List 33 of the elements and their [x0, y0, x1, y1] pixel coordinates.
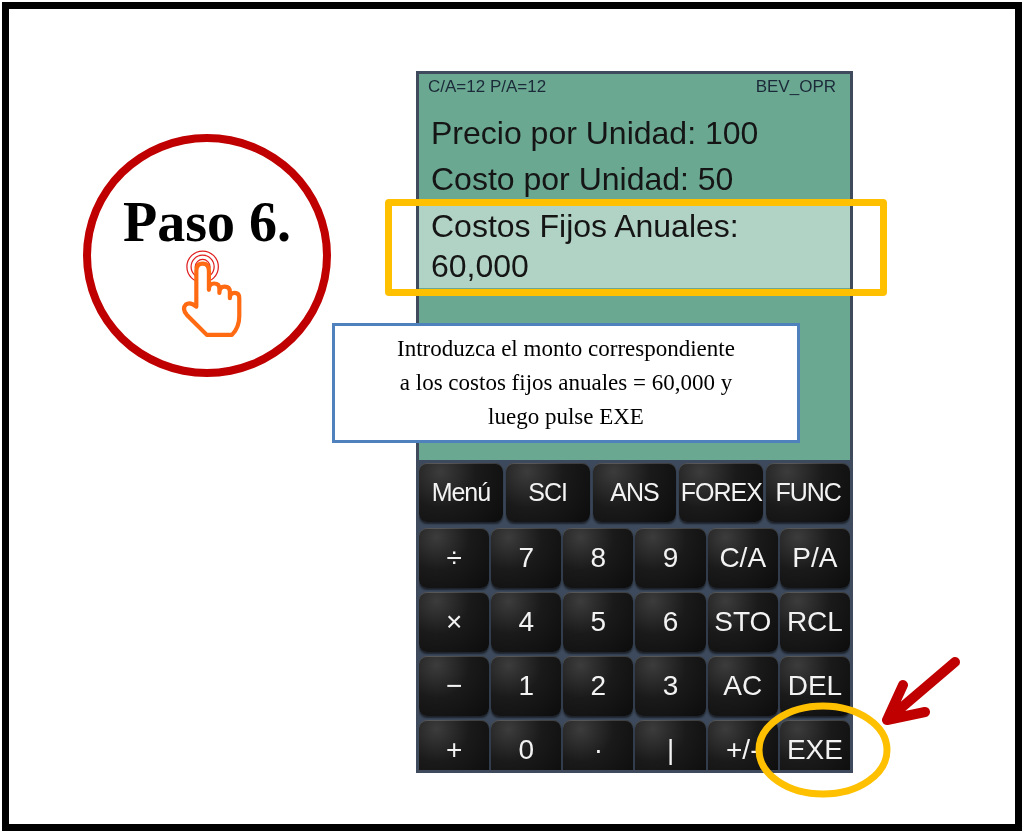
- calculator-key[interactable]: Menú: [419, 463, 503, 522]
- calculator-key[interactable]: ×: [419, 592, 490, 652]
- instruction-callout: Introduzca el monto correspondiente a los costos fijos anuales = 60,000 y luego pulse EXE: [332, 323, 800, 443]
- calculator-key[interactable]: C/A: [707, 528, 778, 588]
- calculator-key[interactable]: 4: [491, 592, 562, 652]
- calculator-key[interactable]: P/A: [779, 528, 850, 588]
- calculator-key[interactable]: −: [419, 656, 490, 716]
- calculator-key[interactable]: 0: [491, 720, 562, 770]
- calculator-key[interactable]: ANS: [592, 463, 677, 522]
- calculator-key[interactable]: EXE: [779, 720, 850, 770]
- calculator-key[interactable]: FOREX: [679, 463, 764, 522]
- calculator-key[interactable]: SCI: [505, 463, 590, 522]
- mode-label: BEV_OPR: [755, 77, 836, 97]
- status-text: C/A=12 P/A=12: [428, 77, 547, 97]
- calculator-key[interactable]: ·: [563, 720, 634, 770]
- calculator-key[interactable]: 9: [635, 528, 706, 588]
- calculator-key[interactable]: 6: [635, 592, 706, 652]
- calculator-key[interactable]: RCL: [779, 592, 850, 652]
- calculator-key[interactable]: ÷: [419, 528, 490, 588]
- display-line: Precio por Unidad: 100: [431, 114, 759, 153]
- calculator-key[interactable]: STO: [707, 592, 778, 652]
- calculator-key[interactable]: 1: [491, 656, 562, 716]
- calculator-key[interactable]: 7: [491, 528, 562, 588]
- calculator-key[interactable]: FUNC: [766, 463, 850, 522]
- display-line: Costo por Unidad: 50: [431, 160, 734, 199]
- calculator-key[interactable]: 8: [563, 528, 634, 588]
- calculator-key[interactable]: 3: [635, 656, 706, 716]
- calculator-key[interactable]: +: [419, 720, 490, 770]
- calculator-key[interactable]: |: [635, 720, 706, 770]
- calculator-key[interactable]: 2: [563, 656, 634, 716]
- step-label: Paso 6.: [123, 194, 291, 250]
- calculator-key[interactable]: AC: [707, 656, 778, 716]
- calculator-key[interactable]: 5: [563, 592, 634, 652]
